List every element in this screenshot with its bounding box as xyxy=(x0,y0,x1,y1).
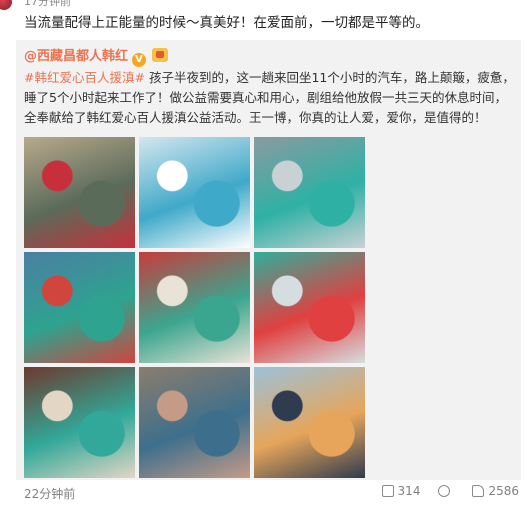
footer-time[interactable]: 22分钟前 xyxy=(24,485,75,502)
hashtag-link[interactable]: #韩红爱心百人援滇# xyxy=(24,70,145,85)
photo-thumbnail xyxy=(24,367,135,478)
action-bar: 314 2586 xyxy=(381,484,519,498)
like-count: 2586 xyxy=(488,484,519,498)
user-avatar[interactable] xyxy=(0,0,12,10)
repost-text: #韩红爱心百人援滇# 孩子半夜到的，这一趟来回坐11个小时的汽车，路上颠簸，疲惫… xyxy=(24,68,516,128)
photo-thumbnail xyxy=(139,252,250,363)
photo-3-crowd[interactable] xyxy=(254,137,365,248)
comment-button[interactable] xyxy=(438,484,454,498)
photo-thumbnail xyxy=(24,137,135,248)
comment-icon xyxy=(438,485,451,497)
photo-9-salute[interactable] xyxy=(254,367,365,478)
fan-badge-icon[interactable] xyxy=(152,48,169,62)
share-icon xyxy=(381,485,394,497)
post-time[interactable]: 17分钟前 xyxy=(24,0,71,8)
repost-author-line: @西藏昌都人韩红 V xyxy=(24,46,169,68)
photo-thumbnail xyxy=(139,137,250,248)
top-meta: 17分钟前 xyxy=(0,0,529,10)
post-text: 当流量配得上正能量的时候～真美好！在爱面前，一切都是平等的。 xyxy=(24,15,429,31)
photo-thumbnail xyxy=(254,137,365,248)
photo-6-back-view[interactable] xyxy=(254,252,365,363)
verified-icon: V xyxy=(132,53,147,67)
photo-1-volunteers[interactable] xyxy=(24,137,135,248)
photo-2-masked-man[interactable] xyxy=(139,137,250,248)
photo-thumbnail xyxy=(254,367,365,478)
photo-5-group-event[interactable] xyxy=(139,252,250,363)
like-button[interactable]: 2586 xyxy=(472,484,519,498)
photo-thumbnail xyxy=(24,252,135,363)
like-icon xyxy=(472,485,485,497)
share-button[interactable]: 314 xyxy=(381,484,421,498)
photo-8-audience[interactable] xyxy=(139,367,250,478)
photo-4-stage[interactable] xyxy=(24,252,135,363)
author-name-link[interactable]: @西藏昌都人韩红 xyxy=(24,49,128,64)
reposted-weibo[interactable]: @西藏昌都人韩红 V #韩红爱心百人援滇# 孩子半夜到的，这一趟来回坐11个小时的… xyxy=(16,40,521,480)
photo-7-volunteer-crowd[interactable] xyxy=(24,367,135,478)
photo-thumbnail xyxy=(139,367,250,478)
share-count: 314 xyxy=(397,484,421,498)
photo-thumbnail xyxy=(254,252,365,363)
